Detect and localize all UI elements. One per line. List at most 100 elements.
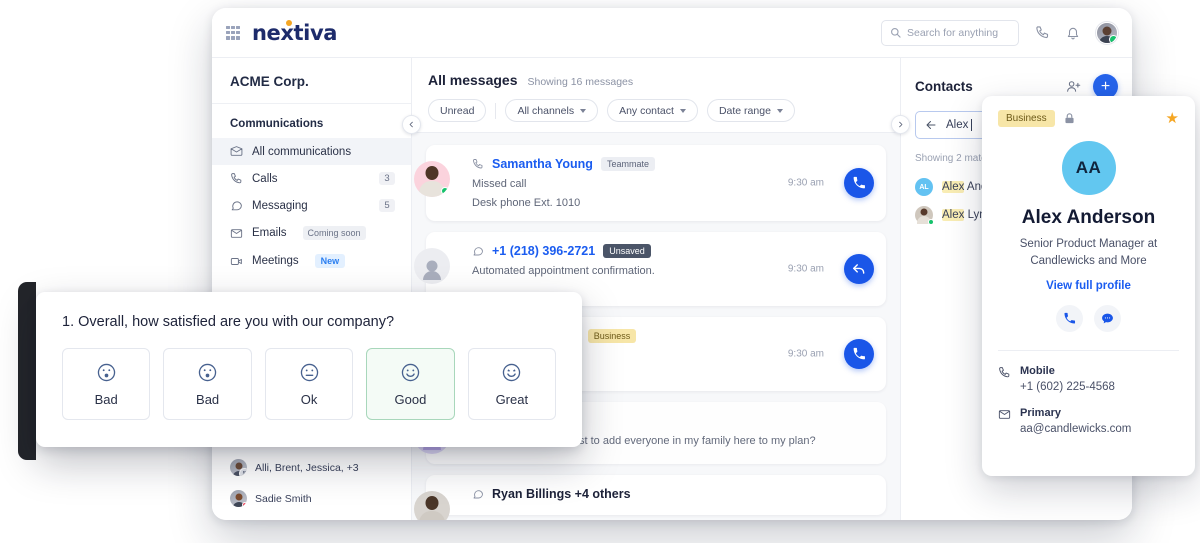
global-search-input[interactable]: Search for anything <box>881 19 1019 46</box>
call-back-button[interactable] <box>844 168 874 198</box>
collapse-sidebar-button[interactable] <box>402 115 421 134</box>
phone-icon <box>999 367 1010 378</box>
contact-quick-actions <box>998 305 1179 333</box>
avatar <box>414 248 450 284</box>
status-badge: Teammate <box>600 157 655 171</box>
sidebar-item-label: Meetings <box>252 255 299 267</box>
inbox-icon <box>230 146 243 156</box>
contact-name[interactable]: Samantha Young <box>492 157 593 171</box>
phone-icon <box>853 347 865 360</box>
call-button[interactable] <box>1056 305 1083 333</box>
field-value[interactable]: aa@candlewicks.com <box>1020 423 1131 435</box>
filter-label: Date range <box>718 104 771 117</box>
envelope-icon <box>230 228 243 238</box>
filter-bar: Unread All channels Any contact Date ran… <box>428 99 884 122</box>
field-value[interactable]: +1 (602) 225-4568 <box>1020 381 1115 393</box>
logo-dot-icon <box>286 19 292 26</box>
surprised-face-icon <box>97 363 115 381</box>
survey-option-great[interactable]: Great <box>467 348 557 420</box>
avatar <box>230 490 247 507</box>
add-person-icon[interactable] <box>1066 79 1081 94</box>
global-search-placeholder: Search for anything <box>907 26 999 39</box>
survey-option-bad-2[interactable]: Bad <box>163 348 252 420</box>
contact-role: Senior Product Manager at Candlewicks an… <box>1019 238 1158 267</box>
smile-face-icon <box>401 363 420 381</box>
filter-unread[interactable]: Unread <box>428 99 487 122</box>
survey-question: 1. Overall, how satisfied are you with o… <box>62 314 395 330</box>
status-dot-online <box>928 219 934 225</box>
phone-icon[interactable] <box>1035 25 1050 40</box>
reply-button[interactable] <box>844 254 874 284</box>
chat-bubble-icon <box>473 247 483 256</box>
timestamp: 9:30 am <box>787 348 824 360</box>
user-avatar[interactable] <box>1096 21 1118 44</box>
message-button[interactable] <box>1094 305 1121 333</box>
avatar: 5 <box>230 459 247 476</box>
grid-apps-icon[interactable] <box>226 25 240 40</box>
status-badge: Business <box>587 329 637 343</box>
bell-icon[interactable] <box>1066 26 1080 40</box>
survey-option-good[interactable]: Good <box>366 348 455 420</box>
view-full-profile-link[interactable]: View full profile <box>998 280 1179 292</box>
surprised-face-icon <box>198 363 217 381</box>
match-highlight: Alex <box>942 181 965 193</box>
contact-name[interactable]: Ryan Billings +4 others <box>492 487 631 501</box>
contacts-title: Contacts <box>915 79 973 94</box>
contact-name: Alex Anderson <box>1021 207 1156 228</box>
nextiva-logo[interactable]: nextiva <box>252 19 338 45</box>
status-dot-online <box>441 187 449 195</box>
sidebar-item-badge: New <box>314 254 346 268</box>
messages-count-text: Showing 16 messages <box>527 76 634 88</box>
org-name: ACME Corp. <box>212 58 411 104</box>
filter-all-channels[interactable]: All channels <box>505 99 599 122</box>
sidebar-item-all-communications[interactable]: All communications <box>212 138 411 165</box>
divider <box>998 350 1179 352</box>
sidebar-item-badge: Coming soon <box>302 226 366 240</box>
sidebar-item-count: 3 <box>379 172 395 185</box>
survey-option-label: Bad <box>196 391 220 407</box>
status-dot-busy <box>242 502 247 507</box>
expand-contacts-button[interactable] <box>891 115 910 134</box>
list-item[interactable]: Sadie Smith <box>212 483 411 514</box>
survey-option-bad-1[interactable]: Bad <box>62 348 151 420</box>
sidebar-item-emails[interactable]: Emails Coming soon <box>212 219 411 247</box>
messages-header: All messages Showing 16 messages Unread … <box>412 58 900 133</box>
divider <box>495 102 497 119</box>
call-button[interactable] <box>844 339 874 369</box>
arrow-left-icon[interactable] <box>925 119 937 131</box>
field-label: Mobile <box>1020 365 1055 378</box>
survey-card: 1. Overall, how satisfied are you with o… <box>36 292 582 447</box>
filter-any-contact[interactable]: Any contact <box>607 99 698 122</box>
timestamp: 9:30 am <box>787 263 824 275</box>
contact-field-mobile: Mobile +1 (602) 225-4568 <box>998 365 1179 393</box>
sidebar-item-messaging[interactable]: Messaging 5 <box>212 192 411 219</box>
avatar <box>414 161 450 197</box>
survey-option-ok[interactable]: Ok <box>264 348 354 420</box>
header-right-group: Search for anything <box>881 19 1118 46</box>
contact-detail-top-row: Business ★ <box>998 110 1179 127</box>
phone-icon <box>473 159 483 169</box>
phone-icon <box>1064 313 1076 324</box>
sidebar-item-meetings[interactable]: Meetings New <box>212 247 411 275</box>
sidebar-item-label: Calls <box>252 172 278 185</box>
survey-option-label: Great <box>495 391 529 407</box>
chat-bubble-icon <box>1102 313 1113 324</box>
list-item[interactable]: 5 Alli, Brent, Jessica, +3 <box>212 452 411 483</box>
chat-bubble-icon <box>231 201 242 211</box>
logo-text: nextiva <box>252 20 338 45</box>
contact-name[interactable]: +1 (218) 396-2721 <box>492 244 595 258</box>
left-sidebar: ACME Corp. Communications All communicat… <box>212 58 421 520</box>
phone-icon <box>231 173 242 184</box>
person-name: Alli, Brent, Jessica, +3 <box>255 461 359 474</box>
text-cursor <box>971 119 973 131</box>
avatar-initials: AL <box>919 183 929 191</box>
table-row[interactable]: Samantha Young Teammate Missed call Desk… <box>414 145 886 221</box>
table-row[interactable]: Ryan Billings +4 others <box>414 475 886 520</box>
status-badge: Business <box>998 110 1055 127</box>
sidebar-item-calls[interactable]: Calls 3 <box>212 165 411 192</box>
filter-label: Unread <box>440 104 475 117</box>
sidebar-item-label: Emails <box>252 227 287 239</box>
filter-date-range[interactable]: Date range <box>706 99 795 122</box>
star-icon[interactable]: ★ <box>1166 111 1179 126</box>
page-title: All messages <box>428 72 518 88</box>
